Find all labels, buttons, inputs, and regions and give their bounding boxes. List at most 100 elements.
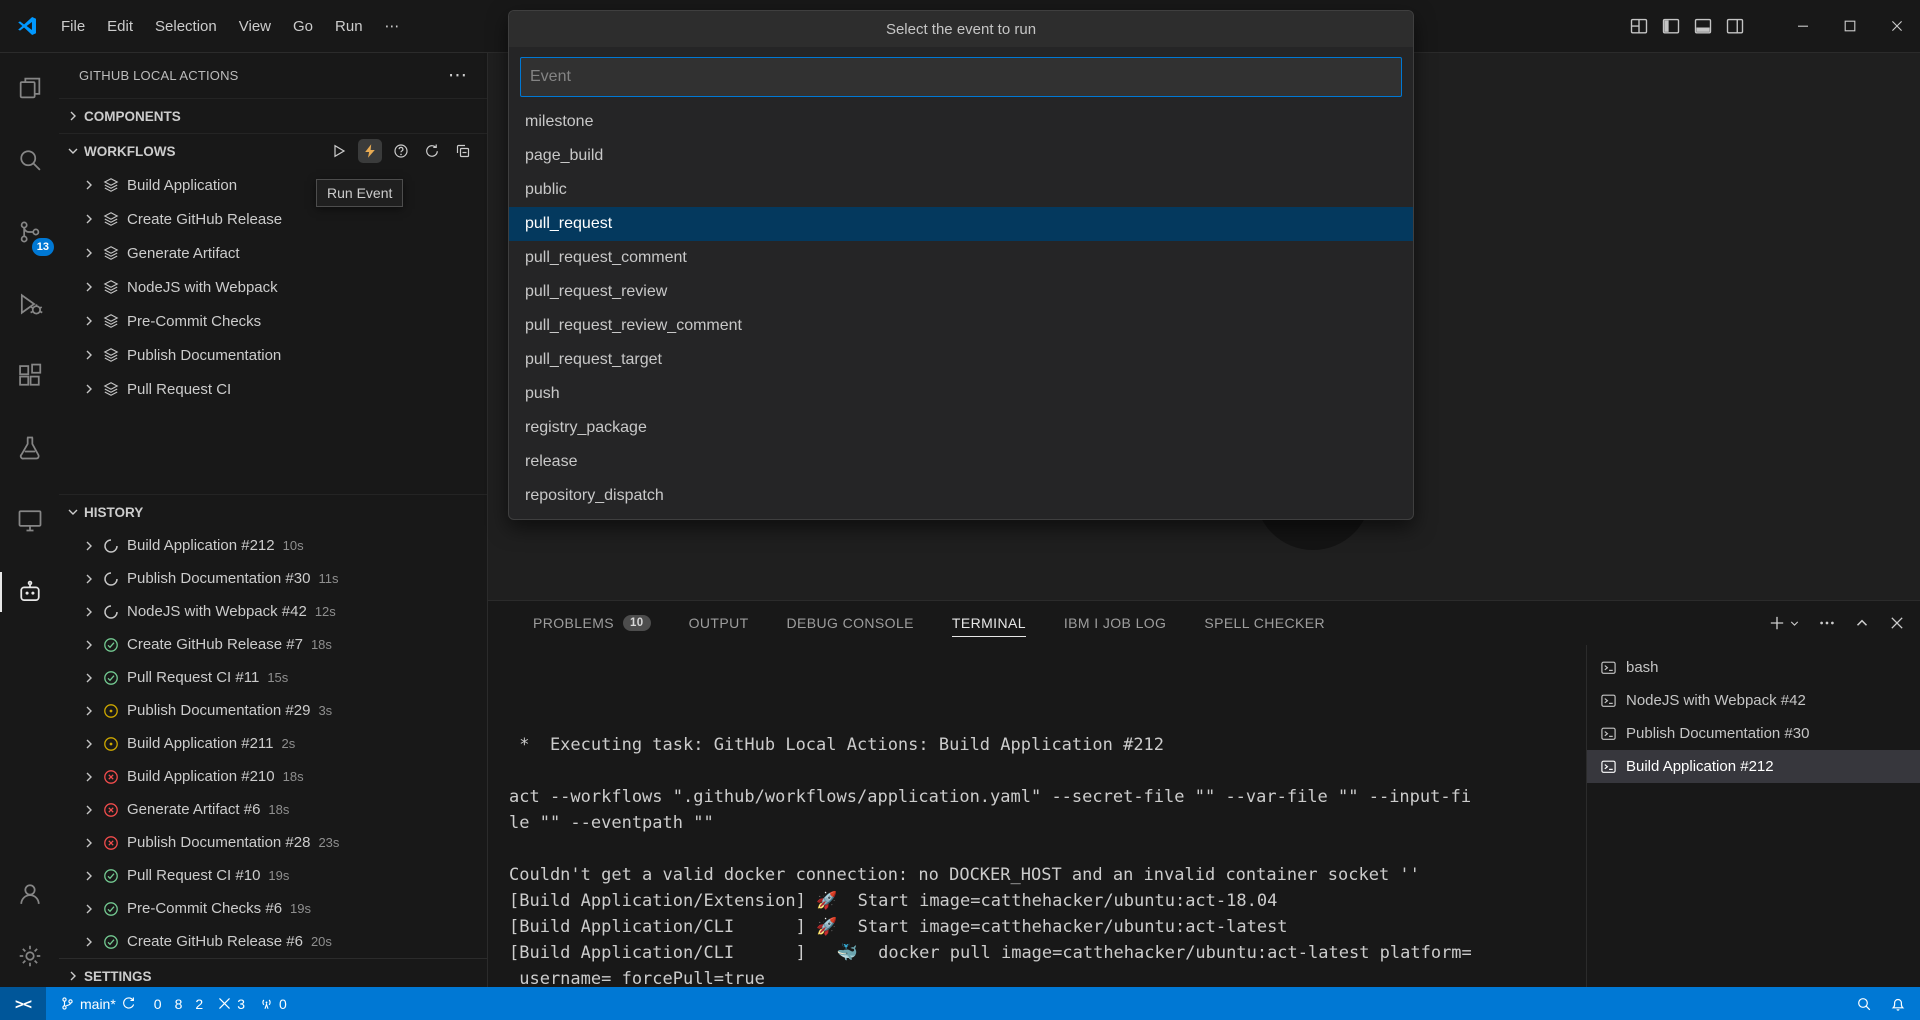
quick-pick-item[interactable]: registry_package <box>509 411 1413 445</box>
history-item[interactable]: Publish Documentation #30 11s <box>59 562 487 595</box>
maximize-panel-icon[interactable] <box>1853 614 1871 632</box>
sidebar-item-accounts[interactable] <box>0 863 59 925</box>
collapse-all-button[interactable] <box>451 139 475 163</box>
ports-status[interactable]: 0 <box>259 996 287 1012</box>
run-all-workflows-button[interactable] <box>327 139 351 163</box>
chevron-right-icon <box>81 279 97 295</box>
quick-pick-item[interactable]: page_build <box>509 139 1413 173</box>
history-item[interactable]: Pre-Commit Checks #6 19s <box>59 892 487 925</box>
menu-item[interactable]: File <box>50 12 96 41</box>
workflow-item[interactable]: Publish Documentation <box>59 338 487 372</box>
history-item[interactable]: Generate Artifact #6 18s <box>59 793 487 826</box>
menu-item[interactable]: Go <box>282 12 324 41</box>
close-panel-icon[interactable] <box>1888 614 1906 632</box>
problems-status[interactable]: 0 8 2 <box>150 996 203 1012</box>
new-terminal-split[interactable] <box>1768 614 1801 632</box>
panel-tab[interactable]: DEBUG CONSOLE <box>787 601 914 645</box>
quick-pick-item[interactable]: pull_request_target <box>509 343 1413 377</box>
history-item[interactable]: Create GitHub Release #7 18s <box>59 628 487 661</box>
zoom-icon[interactable] <box>1856 996 1872 1012</box>
history-item[interactable]: Build Application #211 2s <box>59 727 487 760</box>
extensions-icon <box>16 362 44 390</box>
workflow-item[interactable]: Pre-Commit Checks <box>59 304 487 338</box>
close-button[interactable] <box>1873 0 1920 52</box>
panel-tab[interactable]: OUTPUT <box>689 601 749 645</box>
quick-pick-item-label: registry_package <box>525 419 647 437</box>
maximize-button[interactable] <box>1826 0 1873 52</box>
history-item[interactable]: Publish Documentation #28 23s <box>59 826 487 859</box>
menu-item[interactable]: Edit <box>96 12 144 41</box>
chevron-right-icon <box>81 769 97 785</box>
sidebar-item-testing[interactable] <box>0 412 59 484</box>
workflow-item[interactable]: Generate Artifact <box>59 236 487 270</box>
refresh-button[interactable] <box>420 139 444 163</box>
menu-item[interactable]: ⋯ <box>374 11 411 41</box>
quick-pick-item[interactable]: pull_request_comment <box>509 241 1413 275</box>
section-settings[interactable]: SETTINGS <box>59 958 487 987</box>
toggle-sidebar-left-icon[interactable] <box>1661 16 1681 36</box>
toggle-sidebar-right-icon[interactable] <box>1725 16 1745 36</box>
sidebar-item-search[interactable] <box>0 124 59 196</box>
panel-tab[interactable]: SPELL CHECKER <box>1204 601 1325 645</box>
sidebar-item-explorer[interactable] <box>0 52 59 124</box>
history-item[interactable]: Build Application #212 10s <box>59 529 487 562</box>
quick-pick-item[interactable]: public <box>509 173 1413 207</box>
quick-pick-item[interactable]: repository_dispatch <box>509 479 1413 513</box>
section-workflows[interactable]: WORKFLOWS <box>59 133 487 168</box>
sidebar-item-extensions[interactable] <box>0 340 59 412</box>
quick-pick-item[interactable]: pull_request_review <box>509 275 1413 309</box>
branch-status[interactable]: main* <box>60 996 136 1012</box>
remote-indicator[interactable]: >< <box>0 987 46 1020</box>
history-item[interactable]: NodeJS with Webpack #42 12s <box>59 595 487 628</box>
panel-tab[interactable]: TERMINAL <box>952 601 1026 645</box>
quick-pick-item[interactable]: push <box>509 377 1413 411</box>
menu-item[interactable]: Selection <box>144 12 228 41</box>
more-actions-icon[interactable]: ⋯ <box>448 64 469 87</box>
terminal-list-item[interactable]: bash <box>1587 651 1920 684</box>
sidebar-item-run-debug[interactable] <box>0 268 59 340</box>
search-icon <box>16 146 44 174</box>
bell-icon[interactable] <box>1890 996 1906 1012</box>
history-item[interactable]: Create GitHub Release #6 20s <box>59 925 487 958</box>
section-components[interactable]: COMPONENTS <box>59 98 487 133</box>
sidebar-item-remote-explorer[interactable] <box>0 484 59 556</box>
history-item[interactable]: Build Application #210 18s <box>59 760 487 793</box>
run-event-button[interactable] <box>358 139 382 163</box>
sidebar-item-settings[interactable] <box>0 925 59 987</box>
terminal-list-item[interactable]: Build Application #212 <box>1587 750 1920 783</box>
chevron-right-icon <box>65 108 81 124</box>
quick-pick-item[interactable]: release <box>509 445 1413 479</box>
panel-tab[interactable]: IBM I JOB LOG <box>1064 601 1166 645</box>
workflow-item[interactable]: Create GitHub Release <box>59 202 487 236</box>
sidebar-item-github-local-actions[interactable] <box>0 556 59 628</box>
sidebar-item-source-control[interactable]: 13 <box>0 196 59 268</box>
quick-pick-item[interactable]: milestone <box>509 105 1413 139</box>
menu-item[interactable]: View <box>228 12 282 41</box>
terminal-line: [Build Application/CLI ] 🐳 docker pull i… <box>509 940 1586 966</box>
history-item[interactable]: Pull Request CI #11 15s <box>59 661 487 694</box>
terminal-list-item[interactable]: Publish Documentation #30 <box>1587 717 1920 750</box>
minimize-button[interactable] <box>1779 0 1826 52</box>
quick-pick-item[interactable]: pull_request <box>509 207 1413 241</box>
workflow-item[interactable]: Pull Request CI <box>59 372 487 406</box>
tools-status[interactable]: 3 <box>217 996 245 1012</box>
terminal-output[interactable]: * Executing task: GitHub Local Actions: … <box>488 645 1586 987</box>
history-item[interactable]: Publish Documentation #29 3s <box>59 694 487 727</box>
quick-pick-item[interactable]: schedule <box>509 513 1413 519</box>
quick-pick-item[interactable]: pull_request_review_comment <box>509 309 1413 343</box>
help-button[interactable] <box>389 139 413 163</box>
terminal-list-item[interactable]: NodeJS with Webpack #42 <box>1587 684 1920 717</box>
run-status-icon <box>103 571 119 587</box>
toggle-panel-icon[interactable] <box>1693 16 1713 36</box>
customize-layout-icon[interactable] <box>1629 16 1649 36</box>
menu-item[interactable]: Run <box>324 12 374 41</box>
panel-tab[interactable]: PROBLEMS 10 <box>533 601 651 645</box>
tools-count: 3 <box>237 996 245 1012</box>
more-actions-icon[interactable] <box>1818 614 1836 632</box>
run-status-icon <box>103 835 119 851</box>
quick-pick-input[interactable] <box>520 57 1402 97</box>
workflow-item[interactable]: Build Application <box>59 168 487 202</box>
section-history[interactable]: HISTORY <box>59 494 487 529</box>
history-item[interactable]: Pull Request CI #10 19s <box>59 859 487 892</box>
workflow-item[interactable]: NodeJS with Webpack <box>59 270 487 304</box>
